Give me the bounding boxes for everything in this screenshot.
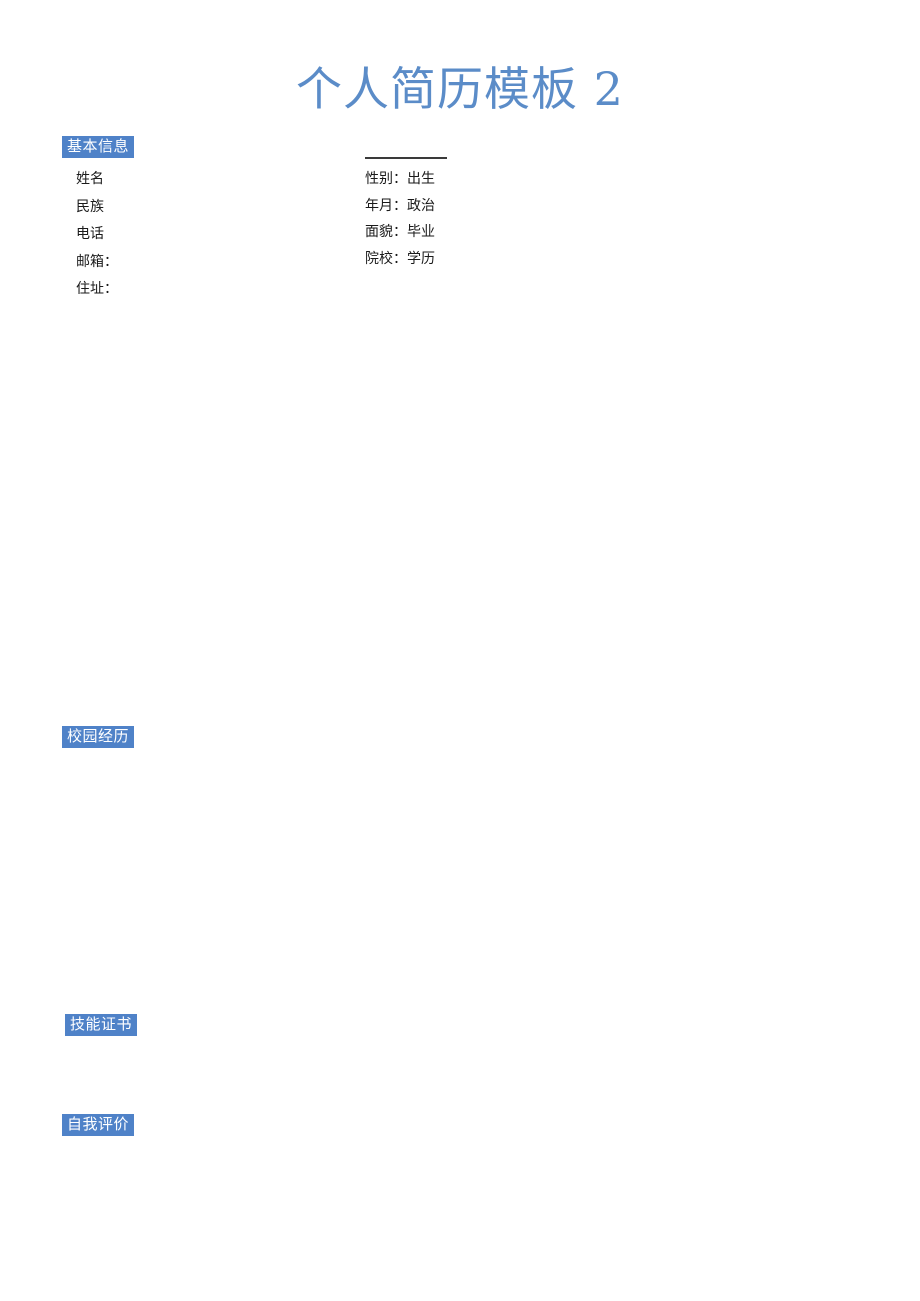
self-evaluation-content-area[interactable]	[62, 1140, 862, 1290]
field-phone[interactable]: 电话	[76, 221, 296, 249]
campus-experience-content-area[interactable]	[62, 752, 862, 1010]
field-email[interactable]: 邮箱：	[76, 249, 296, 277]
basic-info-right-column: 性别：出生 年月：政治 面貌：毕业 院校：学历	[365, 166, 565, 272]
basic-info-left-column: 姓名 民族 电话 邮箱： 住址：	[76, 166, 296, 304]
basic-info-content-area[interactable]	[62, 300, 862, 720]
field-school-degree[interactable]: 院校：学历	[365, 246, 565, 273]
field-birthdate-politics[interactable]: 年月：政治	[365, 193, 565, 220]
field-name[interactable]: 姓名	[76, 166, 296, 194]
section-heading-campus-experience: 校园经历	[62, 726, 135, 748]
section-heading-basic-info: 基本信息	[62, 136, 135, 158]
page-title: 个人简历模板 2	[296, 62, 624, 116]
section-heading-skill-certificates: 技能证书	[65, 1014, 138, 1036]
field-political-status-graduation[interactable]: 面貌：毕业	[365, 219, 565, 246]
skill-certificates-content-area[interactable]	[62, 1040, 862, 1110]
info-divider-rule	[365, 157, 447, 159]
field-ethnicity[interactable]: 民族	[76, 194, 296, 222]
section-heading-self-evaluation: 自我评价	[62, 1114, 135, 1136]
field-gender-birth[interactable]: 性别：出生	[365, 166, 565, 193]
resume-page: 个人简历模板 2 基本信息 姓名 民族 电话 邮箱： 住址： 性别：出生 年月：…	[0, 0, 920, 1301]
